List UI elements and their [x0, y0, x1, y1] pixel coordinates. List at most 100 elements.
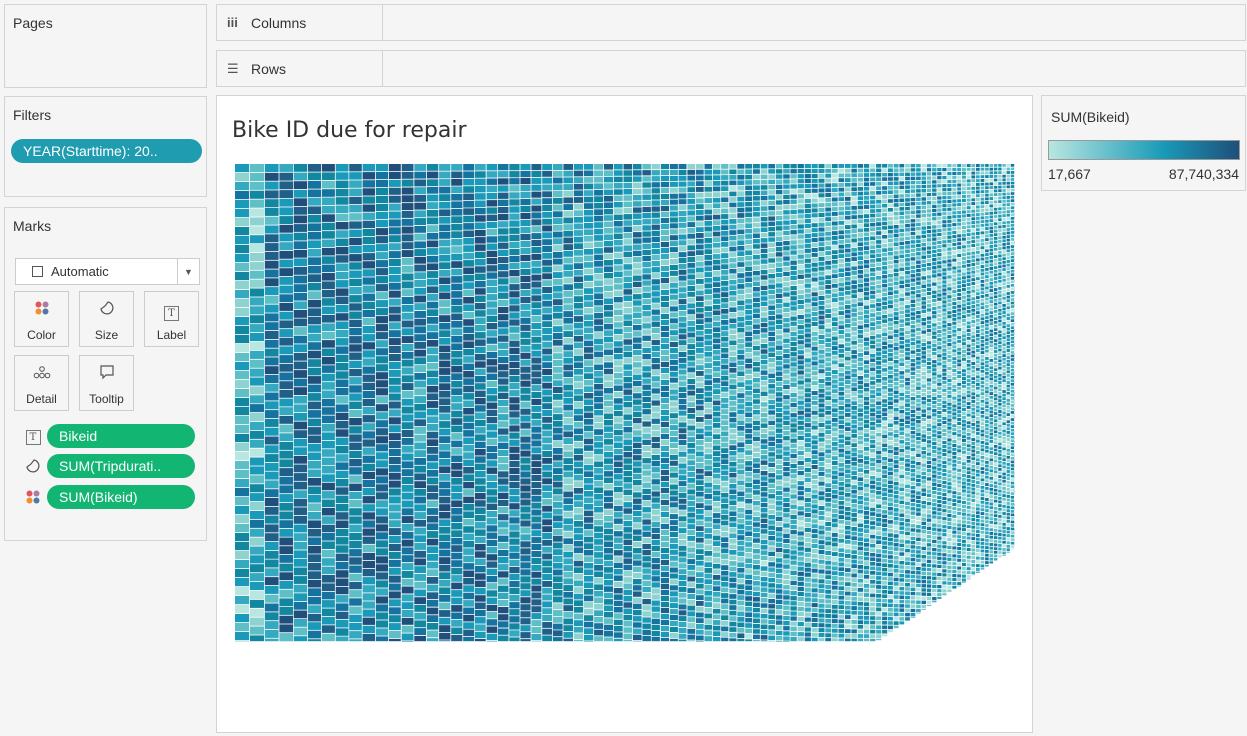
- treemap-tile[interactable]: [633, 554, 642, 560]
- treemap-tile[interactable]: [509, 397, 520, 404]
- treemap-tile[interactable]: [264, 392, 279, 401]
- treemap-tile[interactable]: [362, 431, 375, 439]
- treemap-tile[interactable]: [857, 247, 864, 251]
- treemap-tile[interactable]: [594, 487, 604, 494]
- treemap-tile[interactable]: [825, 381, 832, 386]
- treemap-tile[interactable]: [745, 434, 753, 439]
- treemap-tile[interactable]: [863, 296, 870, 301]
- treemap-tile[interactable]: [563, 444, 573, 451]
- treemap-tile[interactable]: [851, 545, 857, 550]
- treemap-tile[interactable]: [250, 448, 264, 457]
- treemap-tile[interactable]: [474, 595, 486, 602]
- treemap-tile[interactable]: [729, 252, 737, 257]
- treemap-tile[interactable]: [552, 360, 563, 366]
- treemap-tile[interactable]: [613, 366, 623, 373]
- treemap-tile[interactable]: [851, 457, 857, 462]
- treemap-tile[interactable]: [613, 613, 623, 619]
- treemap-tile[interactable]: [768, 352, 775, 357]
- treemap-tile[interactable]: [388, 551, 401, 559]
- treemap-tile[interactable]: [825, 164, 832, 168]
- treemap-tile[interactable]: [349, 434, 362, 442]
- treemap-tile[interactable]: [463, 356, 475, 363]
- treemap-tile[interactable]: [426, 447, 439, 454]
- treemap-tile[interactable]: [804, 522, 811, 527]
- treemap-tile[interactable]: [783, 528, 790, 533]
- treemap-tile[interactable]: [745, 288, 753, 293]
- treemap-tile[interactable]: [804, 637, 811, 642]
- treemap-tile[interactable]: [349, 352, 362, 360]
- treemap-tile[interactable]: [594, 416, 604, 422]
- treemap-tile[interactable]: [573, 276, 584, 283]
- treemap-tile[interactable]: [712, 496, 721, 501]
- treemap-tile[interactable]: [863, 584, 870, 588]
- treemap-tile[interactable]: [857, 306, 864, 311]
- treemap-tile[interactable]: [584, 543, 594, 549]
- treemap-tile[interactable]: [321, 289, 335, 298]
- treemap-tile[interactable]: [845, 582, 851, 587]
- treemap-tile[interactable]: [613, 512, 623, 518]
- treemap-tile[interactable]: [414, 558, 426, 566]
- treemap-tile[interactable]: [375, 180, 388, 188]
- treemap-tile[interactable]: [775, 625, 783, 630]
- treemap-tile[interactable]: [293, 335, 308, 344]
- treemap-tile[interactable]: [760, 555, 768, 561]
- treemap-tile[interactable]: [552, 420, 563, 427]
- treemap-tile[interactable]: [745, 358, 753, 364]
- treemap-tile[interactable]: [486, 308, 498, 315]
- treemap-tile[interactable]: [349, 385, 362, 393]
- treemap-tile[interactable]: [804, 333, 811, 338]
- treemap-tile[interactable]: [687, 373, 696, 379]
- treemap-tile[interactable]: [426, 401, 439, 408]
- treemap-tile[interactable]: [439, 579, 451, 587]
- treemap-tile[interactable]: [573, 620, 584, 626]
- treemap-tile[interactable]: [687, 379, 696, 384]
- treemap-tile[interactable]: [669, 597, 678, 603]
- treemap-tile[interactable]: [584, 576, 594, 582]
- treemap-tile[interactable]: [687, 274, 696, 280]
- treemap-tile[interactable]: [857, 348, 864, 353]
- treemap-tile[interactable]: [531, 378, 542, 385]
- treemap-tile[interactable]: [712, 591, 721, 597]
- treemap-tile[interactable]: [414, 357, 426, 365]
- treemap-tile[interactable]: [531, 433, 542, 440]
- treemap-tile[interactable]: [669, 419, 678, 425]
- treemap-tile[interactable]: [584, 641, 594, 642]
- treemap-tile[interactable]: [542, 526, 553, 533]
- treemap-tile[interactable]: [594, 571, 604, 578]
- treemap-tile[interactable]: [362, 552, 375, 561]
- treemap-tile[interactable]: [851, 322, 857, 327]
- treemap-tile[interactable]: [279, 190, 293, 198]
- treemap-tile[interactable]: [783, 333, 790, 338]
- treemap-tile[interactable]: [563, 511, 573, 518]
- treemap-tile[interactable]: [613, 284, 623, 290]
- treemap-tile[interactable]: [790, 484, 797, 489]
- treemap-tile[interactable]: [831, 547, 838, 552]
- treemap-tile[interactable]: [863, 209, 870, 214]
- treemap-tile[interactable]: [825, 372, 832, 376]
- treemap-tile[interactable]: [737, 229, 745, 235]
- treemap-tile[interactable]: [704, 346, 713, 351]
- treemap-tile[interactable]: [669, 211, 678, 217]
- treemap-tile[interactable]: [825, 275, 832, 280]
- treemap-tile[interactable]: [831, 341, 838, 346]
- treemap-tile[interactable]: [825, 212, 832, 217]
- treemap-tile[interactable]: [388, 314, 401, 322]
- treemap-tile[interactable]: [818, 315, 825, 320]
- treemap-tile[interactable]: [633, 325, 642, 331]
- treemap-tile[interactable]: [594, 539, 604, 545]
- treemap-tile[interactable]: [509, 425, 520, 432]
- treemap-tile[interactable]: [678, 240, 687, 246]
- treemap-tile[interactable]: [737, 573, 745, 579]
- treemap-tile[interactable]: [783, 282, 790, 287]
- treemap-tile[interactable]: [552, 637, 563, 642]
- treemap-tile[interactable]: [797, 360, 804, 365]
- treemap-tile[interactable]: [838, 311, 845, 315]
- treemap-tile[interactable]: [831, 202, 838, 207]
- treemap-tile[interactable]: [651, 388, 660, 394]
- treemap-tile[interactable]: [651, 430, 660, 436]
- treemap-tile[interactable]: [520, 275, 531, 282]
- treemap-tile[interactable]: [811, 282, 818, 287]
- treemap-tile[interactable]: [790, 316, 797, 321]
- treemap-tile[interactable]: [712, 631, 721, 637]
- treemap-tile[interactable]: [520, 527, 531, 534]
